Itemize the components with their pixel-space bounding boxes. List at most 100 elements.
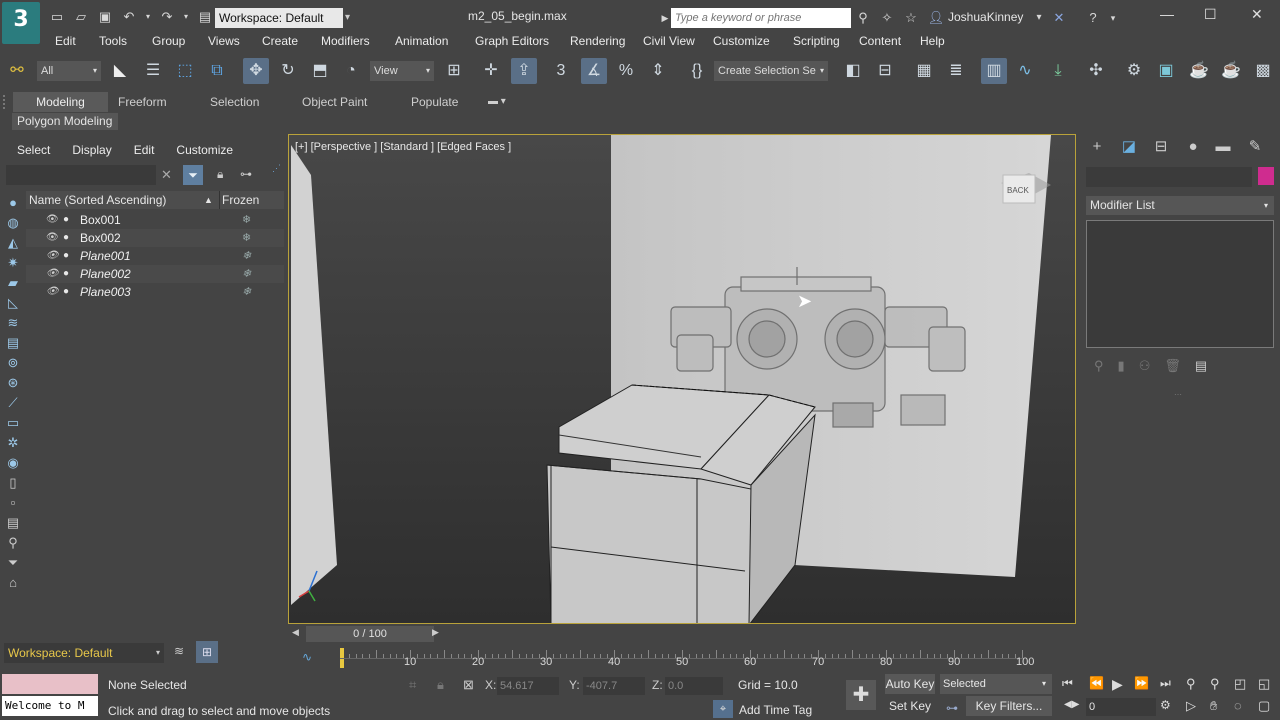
rectangular-selection-icon[interactable]: ⬚: [172, 58, 198, 84]
menu-create[interactable]: Create: [262, 34, 298, 48]
freeze-icon[interactable]: ❄: [242, 229, 251, 247]
undo-icon[interactable]: ↶: [120, 8, 138, 26]
align-icon[interactable]: ⊟: [872, 58, 898, 84]
hierarchy-panel-icon[interactable]: ⊟: [1150, 136, 1172, 158]
edit-named-selection-icon[interactable]: {}: [684, 58, 710, 84]
mirror-icon[interactable]: ◧: [840, 58, 866, 84]
scene-row-box001[interactable]: 👁︎ ● Box001 ❄: [26, 211, 284, 229]
ribbon-tab-freeform[interactable]: Freeform: [118, 92, 167, 112]
absolute-mode-icon[interactable]: ⊠: [463, 677, 474, 693]
create-panel-icon[interactable]: +: [1086, 136, 1108, 158]
scene-row-plane002[interactable]: 👁︎ ● Plane002 ❄: [26, 265, 284, 283]
ribbon-tab-selection[interactable]: Selection: [210, 92, 259, 112]
scene-menu-edit[interactable]: Edit: [134, 143, 155, 157]
set-key-button[interactable]: Set Key: [885, 696, 935, 716]
prev-frame-arrow-icon[interactable]: ◀: [292, 627, 299, 638]
workspace-dropdown-arrow-icon[interactable]: ▾: [345, 8, 359, 28]
toggle-layer-explorer-icon[interactable]: ≣: [943, 58, 969, 84]
ribbon-tab-populate[interactable]: Populate: [411, 92, 458, 112]
sort-ascending-icon[interactable]: ▲: [204, 191, 213, 209]
show-end-result-icon[interactable]: ▮: [1118, 358, 1125, 374]
minimize-icon[interactable]: —: [1160, 6, 1174, 22]
add-time-tag[interactable]: Add Time Tag: [739, 703, 812, 717]
go-to-start-icon[interactable]: ⏮: [1062, 676, 1073, 691]
y-coord-field[interactable]: -407.7: [583, 677, 645, 695]
zoom-extents-icon[interactable]: ◰: [1234, 676, 1246, 692]
scene-menu-select[interactable]: Select: [17, 143, 50, 157]
zoom-extents-all-icon[interactable]: ◱: [1258, 676, 1270, 692]
z-coord-field[interactable]: 0.0: [665, 677, 723, 695]
menu-rendering[interactable]: Rendering: [570, 34, 625, 48]
menu-scripting[interactable]: Scripting: [793, 34, 840, 48]
time-tag-icon[interactable]: ⌖: [713, 700, 733, 718]
visibility-eye-icon[interactable]: 👁︎: [46, 283, 59, 301]
key-mode-dropdown[interactable]: Selected ▾: [940, 674, 1052, 694]
spinner-snap-icon[interactable]: ⇕: [645, 58, 671, 84]
menu-edit[interactable]: Edit: [55, 34, 76, 48]
percent-snap-icon[interactable]: %: [613, 58, 639, 84]
user-name[interactable]: JoshuaKinney: [948, 10, 1023, 24]
object-name-field[interactable]: [1086, 167, 1252, 187]
maximize-viewport-icon[interactable]: ▢: [1258, 698, 1270, 714]
close-icon[interactable]: ✕: [1251, 6, 1263, 23]
exchange-apps-icon[interactable]: ✕: [1050, 9, 1068, 27]
select-and-scale-icon[interactable]: ⬒: [307, 58, 333, 84]
panel-resize-grip-icon[interactable]: ⋯: [1174, 390, 1182, 399]
column-name[interactable]: Name (Sorted Ascending): [29, 193, 166, 207]
play-icon[interactable]: ▶: [1112, 676, 1123, 693]
help-dropdown-icon[interactable]: ▾: [1104, 9, 1122, 27]
ribbon-tab-modeling[interactable]: Modeling: [13, 92, 108, 112]
communication-icon[interactable]: ✧: [878, 9, 896, 27]
remove-modifier-icon[interactable]: 🗑︎: [1164, 358, 1181, 374]
toggle-scene-explorer-icon[interactable]: ▦: [911, 58, 937, 84]
next-frame-icon[interactable]: ⏩: [1134, 676, 1149, 690]
ribbon-panel-polygon-modeling[interactable]: Polygon Modeling: [12, 113, 118, 130]
visibility-eye-icon[interactable]: 👁︎: [46, 247, 59, 265]
open-file-icon[interactable]: ▱: [72, 8, 90, 26]
select-and-rotate-icon[interactable]: ↻: [275, 58, 301, 84]
modify-panel-icon[interactable]: ◪: [1118, 136, 1140, 158]
render-in-cloud-icon[interactable]: ▩: [1250, 58, 1276, 84]
redo-dropdown-icon[interactable]: ▾: [182, 8, 190, 26]
redo-icon[interactable]: ↷: [158, 8, 176, 26]
scene-row-plane001[interactable]: 👁︎ ● Plane001 ❄: [26, 247, 284, 265]
maxscript-listener[interactable]: Welcome to M: [2, 696, 98, 716]
visibility-eye-icon[interactable]: 👁︎: [46, 229, 59, 247]
binoculars-icon[interactable]: ⚲: [854, 9, 872, 27]
explorer-workspace-dropdown[interactable]: Workspace: Default ▾: [4, 643, 164, 663]
zoom-icon[interactable]: ⚲: [1186, 676, 1196, 692]
filter-toggle-icon[interactable]: ⏷: [183, 165, 203, 185]
angle-snap-icon[interactable]: ∡: [581, 58, 607, 84]
render-production-icon[interactable]: ☕: [1186, 58, 1212, 84]
menu-animation[interactable]: Animation: [395, 34, 448, 48]
link-icon[interactable]: ⚯: [4, 58, 30, 84]
set-keys-icon[interactable]: ✚: [846, 680, 876, 710]
menu-modifiers[interactable]: Modifiers: [321, 34, 370, 48]
field-of-view-icon[interactable]: ▷: [1186, 698, 1196, 714]
reference-coordinate-dropdown[interactable]: View ▾: [370, 61, 434, 81]
user-icon[interactable]: 👤︎: [927, 9, 945, 27]
motion-panel-icon[interactable]: ●: [1182, 136, 1204, 158]
modifier-stack[interactable]: [1086, 220, 1274, 348]
project-folder-icon[interactable]: ▤: [196, 8, 214, 26]
visibility-eye-icon[interactable]: 👁︎: [46, 211, 59, 229]
select-manipulate-icon[interactable]: ✛: [478, 58, 504, 84]
select-and-place-icon[interactable]: ◔: [338, 58, 364, 84]
orbit-icon[interactable]: ◌: [1234, 698, 1242, 713]
ribbon-tab-object-paint[interactable]: Object Paint: [302, 92, 367, 112]
zoom-all-icon[interactable]: ⚲: [1210, 676, 1220, 692]
column-frozen[interactable]: Frozen: [222, 191, 259, 209]
make-unique-icon[interactable]: ⚇: [1139, 358, 1151, 374]
object-color-swatch[interactable]: [1258, 167, 1274, 185]
visibility-eye-icon[interactable]: 👁︎: [46, 265, 59, 283]
perspective-viewport[interactable]: BACK [+] [Perspective ] [Standard ] [Edg…: [288, 134, 1076, 624]
utilities-panel-icon[interactable]: ✎: [1244, 136, 1266, 158]
pivot-center-icon[interactable]: ⊞: [441, 58, 467, 84]
render-setup-icon[interactable]: ⚙: [1121, 58, 1147, 84]
key-filter-icon[interactable]: ⊶: [942, 698, 962, 718]
maximize-icon[interactable]: ☐: [1204, 6, 1217, 23]
ribbon-grip-icon[interactable]: [3, 95, 9, 109]
curve-editor-mini-icon[interactable]: ∿: [302, 650, 312, 664]
material-editor-icon[interactable]: ✣: [1083, 58, 1109, 84]
menu-content[interactable]: Content: [859, 34, 901, 48]
